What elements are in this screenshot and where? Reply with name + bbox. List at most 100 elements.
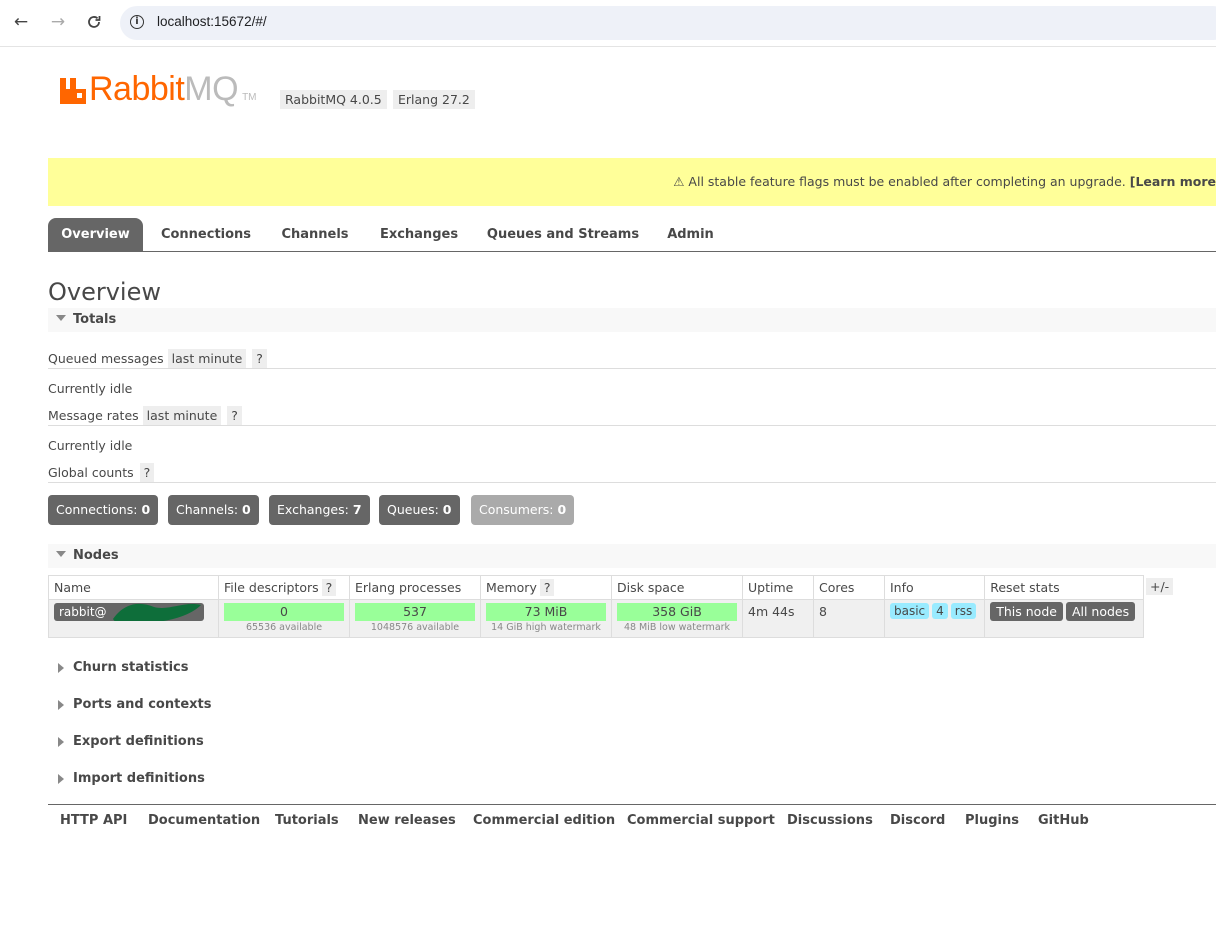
- queues-count-button[interactable]: Queues: 0: [379, 495, 460, 525]
- count-label: Queues:: [387, 502, 439, 517]
- channels-count-button[interactable]: Channels: 0: [168, 495, 259, 525]
- section-title: Ports and contexts: [73, 697, 212, 712]
- forward-icon[interactable]: →: [47, 11, 69, 33]
- info-tag-rss: rss: [950, 603, 977, 619]
- rates-range-selector[interactable]: last minute: [142, 406, 222, 425]
- divider: [48, 425, 1216, 426]
- logo-text-mq: MQ: [184, 70, 239, 108]
- global-counts-row: Global counts?: [48, 463, 155, 482]
- nodes-title: Nodes: [73, 548, 119, 563]
- columns-toggle-button[interactable]: +/-: [1146, 578, 1174, 595]
- tab-connections[interactable]: Connections: [150, 218, 262, 251]
- footer-link-plugins[interactable]: Plugins: [965, 813, 1019, 828]
- redaction-scribble: [113, 603, 201, 621]
- tab-queues-and-streams[interactable]: Queues and Streams: [478, 218, 648, 251]
- page-title: Overview: [48, 278, 161, 306]
- count-value: 0: [141, 502, 151, 517]
- tab-exchanges[interactable]: Exchanges: [370, 218, 468, 251]
- queued-help-button[interactable]: ?: [252, 349, 267, 368]
- caret-right-icon: [58, 774, 64, 784]
- banner-message: ⚠ All stable feature flags must be enabl…: [673, 174, 1126, 189]
- rabbitmq-logo-icon: [60, 78, 86, 104]
- count-value: 0: [242, 502, 251, 517]
- col-label: File descriptors: [224, 580, 319, 595]
- fd-help-button[interactable]: ?: [321, 579, 337, 596]
- exchanges-count-button[interactable]: Exchanges: 7: [269, 495, 370, 525]
- url-text: localhost:15672/#/: [157, 14, 267, 29]
- global-help-button[interactable]: ?: [139, 463, 155, 482]
- node-name-cell: rabbit@: [48, 599, 219, 638]
- back-icon[interactable]: ←: [10, 11, 32, 33]
- tab-admin[interactable]: Admin: [658, 218, 723, 251]
- col-reset-stats[interactable]: Reset stats: [984, 575, 1145, 600]
- tab-channels[interactable]: Channels: [270, 218, 360, 251]
- info-tag-count: 4: [932, 603, 948, 619]
- info-tag-basic: basic: [890, 603, 930, 619]
- queued-messages-row: Queued messages last minute?: [48, 349, 267, 368]
- queued-status: Currently idle: [48, 381, 133, 396]
- reset-this-node-button[interactable]: This node: [990, 602, 1063, 621]
- logo-text-rabbit: Rabbit: [89, 70, 185, 108]
- totals-section-header[interactable]: Totals: [48, 308, 1216, 332]
- global-counts-label: Global counts: [48, 465, 134, 480]
- main-tabs: Overview Connections Channels Exchanges …: [48, 218, 1216, 252]
- footer-link-commercial-support[interactable]: Commercial support: [627, 813, 775, 828]
- logo-tm: TM: [242, 92, 257, 103]
- totals-title: Totals: [73, 312, 117, 327]
- count-value: 0: [442, 502, 452, 517]
- col-info[interactable]: Info: [883, 575, 986, 600]
- footer-link-discord[interactable]: Discord: [890, 813, 945, 828]
- col-uptime[interactable]: Uptime: [742, 575, 814, 600]
- queued-range-selector[interactable]: last minute: [167, 349, 247, 368]
- table-row: rabbit@ 0 65536 available 537 1048576 av…: [48, 599, 1145, 638]
- col-name[interactable]: Name: [48, 575, 219, 600]
- nodes-section-header[interactable]: Nodes: [48, 544, 1216, 568]
- memory-help-button[interactable]: ?: [539, 579, 555, 596]
- col-erlang-processes[interactable]: Erlang processes: [349, 575, 481, 600]
- footer-link-discussions[interactable]: Discussions: [787, 813, 873, 828]
- col-memory[interactable]: Memory?: [480, 575, 612, 600]
- erlang-version: Erlang 27.2: [393, 90, 475, 109]
- section-title: Import definitions: [73, 771, 205, 786]
- caret-down-icon: [56, 315, 66, 321]
- erlang-processes-cell: 537 1048576 available: [349, 599, 481, 638]
- node-name-link[interactable]: rabbit@: [54, 603, 204, 621]
- footer-link-http-api[interactable]: HTTP API: [60, 813, 127, 828]
- tab-overview[interactable]: Overview: [48, 218, 143, 251]
- count-value: 7: [352, 502, 362, 517]
- rates-help-button[interactable]: ?: [227, 406, 242, 425]
- learn-more-link[interactable]: [Learn more: [1130, 174, 1216, 189]
- queued-messages-label: Queued messages: [48, 351, 164, 366]
- section-title: Churn statistics: [73, 660, 189, 675]
- col-file-descriptors[interactable]: File descriptors?: [218, 575, 350, 600]
- feature-flags-banner: ⚠ All stable feature flags must be enabl…: [48, 158, 1216, 206]
- cores-cell: 8: [813, 599, 885, 638]
- proc-available: 1048576 available: [370, 622, 460, 633]
- footer-link-new-releases[interactable]: New releases: [358, 813, 456, 828]
- footer-link-commercial-edition[interactable]: Commercial edition: [473, 813, 615, 828]
- col-disk-space[interactable]: Disk space: [611, 575, 743, 600]
- connections-count-button[interactable]: Connections: 0: [48, 495, 159, 525]
- node-name: rabbit@: [59, 605, 107, 619]
- divider: [48, 482, 1216, 483]
- rabbitmq-version: RabbitMQ 4.0.5: [280, 90, 387, 109]
- nodes-table: Name File descriptors? Erlang processes …: [48, 575, 1145, 638]
- footer-link-documentation[interactable]: Documentation: [148, 813, 260, 828]
- consumers-count-button[interactable]: Consumers: 0: [471, 495, 575, 525]
- footer-link-github[interactable]: GitHub: [1038, 813, 1089, 828]
- site-info-icon[interactable]: i: [130, 15, 144, 29]
- message-rates-label: Message rates: [48, 408, 139, 423]
- fd-bar: 0: [224, 603, 344, 621]
- browser-toolbar: ← → i localhost:15672/#/: [0, 0, 1216, 47]
- caret-down-icon: [56, 551, 66, 557]
- footer-link-tutorials[interactable]: Tutorials: [275, 813, 339, 828]
- section-title: Export definitions: [73, 734, 204, 749]
- disk-watermark: 48 MiB low watermark: [623, 622, 731, 633]
- reload-icon[interactable]: [83, 11, 105, 33]
- address-bar[interactable]: i localhost:15672/#/: [120, 6, 1216, 40]
- reset-all-nodes-button[interactable]: All nodes: [1065, 602, 1136, 621]
- disk-bar: 358 GiB: [617, 603, 737, 621]
- memory-cell: 73 MiB 14 GiB high watermark: [480, 599, 612, 638]
- rates-status: Currently idle: [48, 438, 133, 453]
- col-cores[interactable]: Cores: [813, 575, 885, 600]
